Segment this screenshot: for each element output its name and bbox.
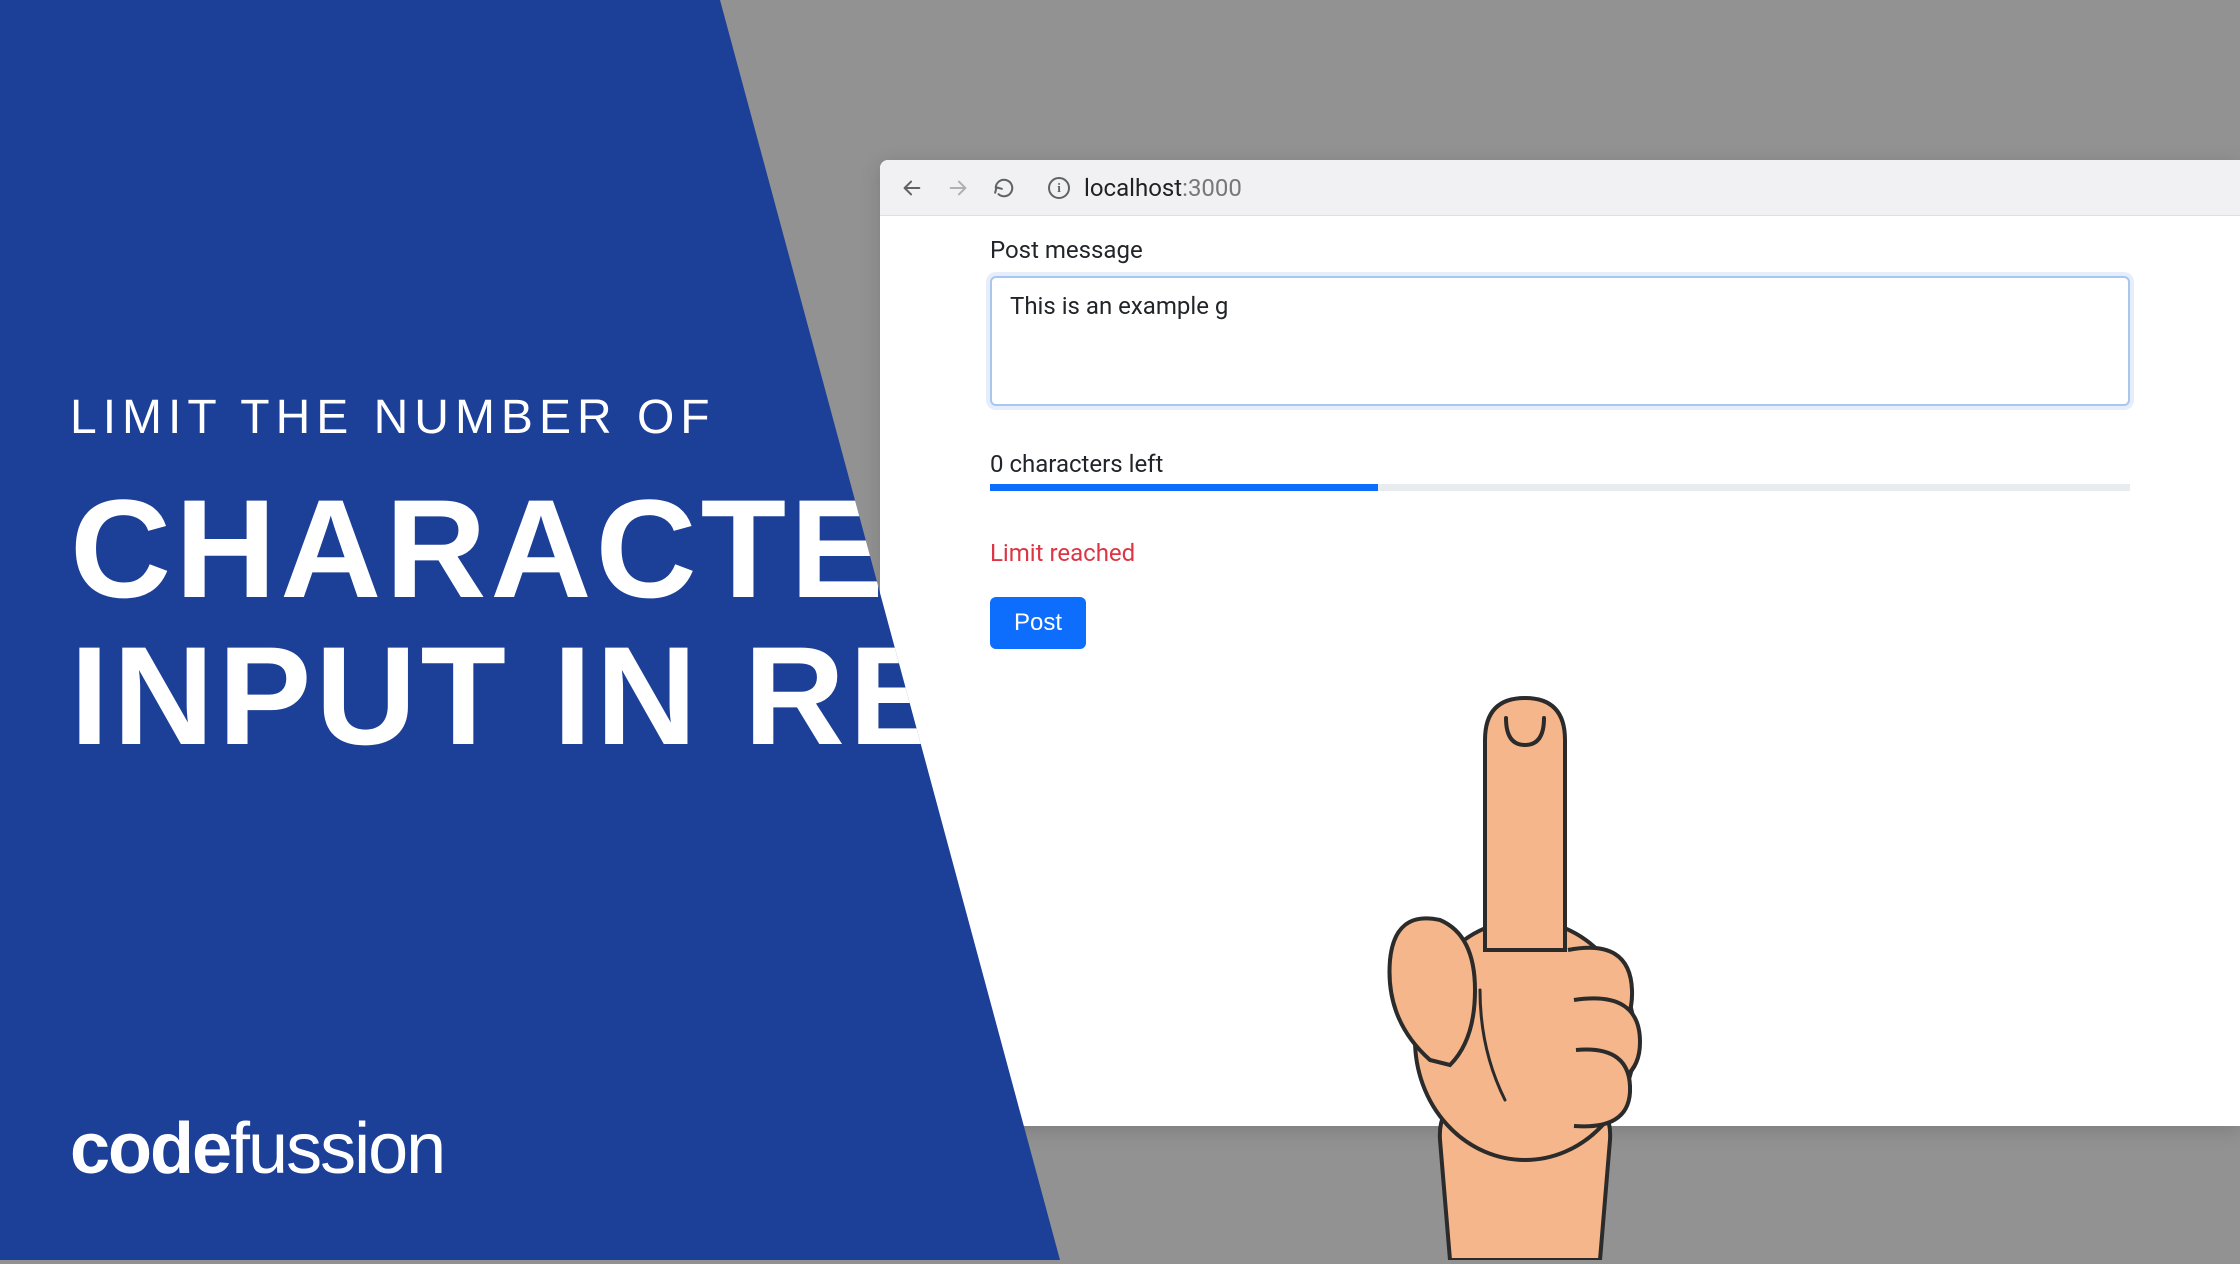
back-icon[interactable] — [900, 176, 924, 200]
limit-warning: Limit reached — [990, 539, 2130, 567]
url-port: :3000 — [1182, 174, 1242, 202]
url-bar[interactable]: i localhost:3000 — [1048, 174, 1242, 202]
progress-bar-fill — [990, 484, 1378, 491]
url-host: localhost — [1084, 174, 1182, 202]
progress-bar — [990, 484, 2130, 491]
progress-section: 0 characters left — [990, 450, 2130, 491]
url-text: localhost:3000 — [1084, 174, 1242, 202]
pointing-hand-illustration — [1330, 680, 1710, 1260]
forward-icon[interactable] — [946, 176, 970, 200]
post-button[interactable]: Post — [990, 597, 1086, 649]
message-textarea[interactable] — [990, 276, 2130, 406]
form-label: Post message — [990, 236, 2130, 264]
chars-left-text: 0 characters left — [990, 450, 2130, 478]
reload-icon[interactable] — [992, 176, 1016, 200]
info-icon[interactable]: i — [1048, 177, 1070, 199]
brand-logo: codefussion — [70, 1108, 444, 1190]
browser-toolbar: i localhost:3000 — [880, 160, 2240, 216]
